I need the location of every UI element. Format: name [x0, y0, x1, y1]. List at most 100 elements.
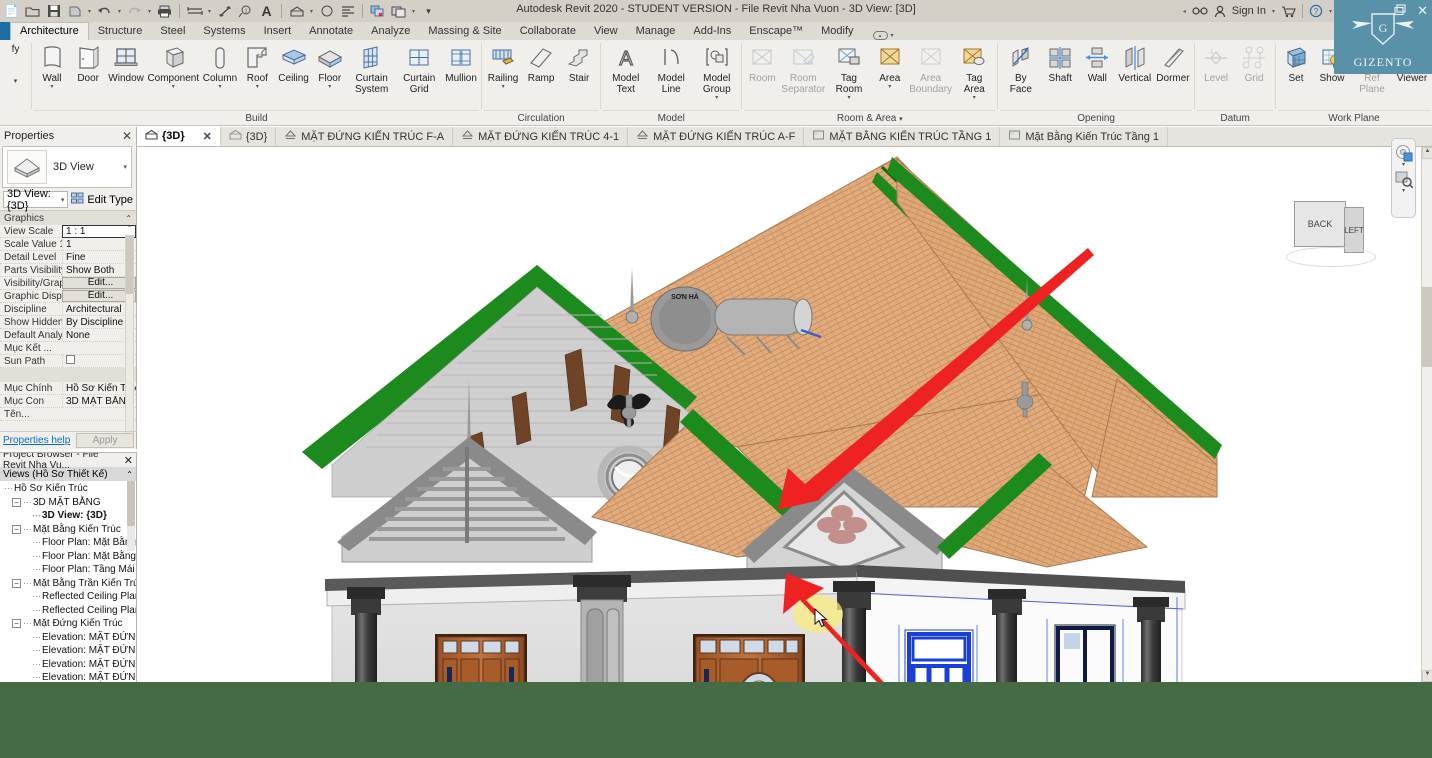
- column-dropdown-icon[interactable]: ▾: [218, 84, 221, 90]
- properties-group-identity[interactable]: ⌃: [0, 368, 136, 382]
- wall-button[interactable]: Wall ▾: [34, 43, 70, 90]
- scrollbar-thumb[interactable]: [126, 236, 133, 294]
- shopping-cart-icon[interactable]: [1281, 5, 1296, 18]
- ribbon-tab-manage[interactable]: Manage: [627, 23, 685, 40]
- tree-node-floor-plan-1[interactable]: ⋯ Floor Plan: Mặt Bằng: [0, 536, 136, 550]
- apply-button[interactable]: Apply: [76, 433, 134, 448]
- scroll-up-icon[interactable]: ⌃: [126, 470, 133, 479]
- scroll-down-icon[interactable]: ▼: [1422, 670, 1432, 682]
- measure-dropdown-icon[interactable]: ▾: [206, 8, 213, 15]
- ribbon-tab-modify[interactable]: Modify: [812, 23, 862, 40]
- save-as-dropdown-icon[interactable]: ▾: [86, 8, 93, 15]
- expander-icon[interactable]: −: [12, 497, 21, 507]
- scrollbar-thumb[interactable]: [127, 481, 135, 526]
- sign-in-dropdown-icon[interactable]: ▾: [1272, 8, 1275, 15]
- component-dropdown-icon[interactable]: ▾: [172, 84, 175, 90]
- property-row-sun-path[interactable]: Sun Path: [0, 355, 136, 368]
- column-button[interactable]: Column ▾: [201, 43, 240, 90]
- tree-node-elevation-2[interactable]: ⋯ Elevation: MẶT ĐỨNG: [0, 644, 136, 658]
- chevron-down-icon[interactable]: ▾: [61, 196, 65, 204]
- ribbon-tab-analyze[interactable]: Analyze: [362, 23, 419, 40]
- property-row-muc-chinh[interactable]: Mục Chính Hồ Sơ Kiến Trúc: [0, 382, 136, 395]
- ribbon-tab-bar[interactable]: Architecture Structure Steel Systems Ins…: [0, 22, 1432, 40]
- project-browser-tree[interactable]: ⋯ Hồ Sơ Kiến Trúc − ⋯ 3D MẶT BẰNG ⋯ 3D V…: [0, 481, 136, 682]
- wall-opening-button[interactable]: Wall: [1079, 43, 1116, 84]
- section-icon[interactable]: [317, 2, 336, 21]
- chevron-down-icon[interactable]: ▾: [123, 163, 127, 171]
- view-cube-back-face[interactable]: BACK: [1294, 201, 1346, 247]
- tag-room-dropdown-icon[interactable]: ▾: [847, 95, 850, 101]
- curtain-system-button[interactable]: Curtain System: [348, 43, 396, 95]
- tree-node-floor-plan-2[interactable]: ⋯ Floor Plan: Mặt Bằng: [0, 550, 136, 564]
- browser-scrollbar[interactable]: [127, 481, 135, 551]
- railing-dropdown-icon[interactable]: ▾: [502, 84, 505, 90]
- undo-arrow-icon[interactable]: [95, 2, 114, 21]
- redo-dropdown-icon[interactable]: ▾: [146, 8, 153, 15]
- 3d-viewport[interactable]: SƠN HÀ BACK LEFT: [137, 147, 1421, 682]
- 3d-view-dropdown-icon[interactable]: ▾: [308, 8, 315, 15]
- tag-area-button[interactable]: Tag Area ▾: [954, 43, 996, 101]
- view-tab-3d-second[interactable]: {3D}: [221, 127, 277, 146]
- chevron-down-icon[interactable]: ▾: [419, 2, 438, 21]
- ribbon-tab-architecture[interactable]: Architecture: [10, 22, 89, 40]
- tree-node-ho-so-kien-truc[interactable]: ⋯ Hồ Sơ Kiến Trúc: [0, 482, 136, 496]
- scrollbar-thumb[interactable]: [1422, 287, 1432, 367]
- property-row-default-analysis[interactable]: Default Analy... None: [0, 329, 136, 342]
- close-icon[interactable]: ✕: [124, 454, 133, 467]
- application-menu-button[interactable]: [0, 22, 10, 40]
- view-cube[interactable]: BACK LEFT: [1286, 193, 1376, 273]
- 3d-house-icon[interactable]: [287, 2, 306, 21]
- ribbon-tab-collaborate[interactable]: Collaborate: [511, 23, 585, 40]
- window-button[interactable]: Window: [106, 43, 146, 84]
- mullion-button[interactable]: Mullion: [443, 43, 479, 84]
- tree-node-elevation-3[interactable]: ⋯ Elevation: MẶT ĐỨNG: [0, 658, 136, 672]
- property-row-detail-level[interactable]: Detail Level Fine: [0, 251, 136, 264]
- view-tab-elevation-fa[interactable]: MẶT ĐỨNG KIẾN TRÚC F-A: [276, 127, 454, 146]
- ribbon-display-oval-icon[interactable]: ▴: [872, 31, 888, 40]
- dormer-button[interactable]: Dormer: [1154, 43, 1192, 84]
- viewport-vertical-scrollbar[interactable]: ▲ ▼: [1421, 147, 1432, 682]
- restore-window-icon[interactable]: [1394, 3, 1407, 19]
- ribbon-tab-structure[interactable]: Structure: [89, 23, 152, 40]
- zoom-dropdown-icon[interactable]: ▾: [1402, 188, 1405, 194]
- folder-open-icon[interactable]: [23, 2, 42, 21]
- printer-icon[interactable]: [155, 2, 174, 21]
- undo-dropdown-icon[interactable]: ▾: [116, 8, 123, 15]
- view-tab-floorplan-tang1-upper[interactable]: MẶT BẰNG KIẾN TRÚC TẦNG 1: [804, 127, 1001, 146]
- zoom-region-icon[interactable]: [1394, 169, 1413, 188]
- user-icon[interactable]: [1214, 5, 1226, 18]
- area-button[interactable]: Area ▾: [872, 43, 908, 90]
- tag-icon[interactable]: 1: [236, 2, 255, 21]
- close-views-icon[interactable]: [368, 2, 387, 21]
- tree-node-3d-mat-bang[interactable]: − ⋯ 3D MẶT BẰNG: [0, 496, 136, 510]
- model-group-button[interactable]: Model Group ▾: [694, 43, 740, 101]
- property-row-muc-ket[interactable]: Mục Kết ...: [0, 342, 136, 355]
- tree-node-3d-view[interactable]: ⋯ 3D View: {3D}: [0, 509, 136, 523]
- tree-node-mat-bang-tran[interactable]: − ⋯ Mặt Bằng Trần Kiến Trúc: [0, 577, 136, 591]
- ribbon-tab-massing-site[interactable]: Massing & Site: [419, 23, 510, 40]
- properties-help-link[interactable]: Properties help: [3, 435, 70, 446]
- shaft-button[interactable]: Shaft: [1042, 43, 1079, 84]
- properties-scrollbar[interactable]: ⌃ ⌄: [125, 226, 134, 442]
- property-row-muc-con[interactable]: Mục Con 3D MẶT BẰNG: [0, 395, 136, 408]
- measure-icon[interactable]: [185, 2, 204, 21]
- window-buttons[interactable]: ✕: [1394, 0, 1428, 22]
- view-tab-elevation-af[interactable]: MẶT ĐỨNG KIẾN TRÚC A-F: [628, 127, 805, 146]
- property-row-graphic-display[interactable]: Graphic Displ... Edit...: [0, 290, 136, 303]
- quick-access-toolbar[interactable]: 📄 ▾ ▾ ▾ ▾ 1 A ▾ ▾ ▾: [0, 0, 438, 22]
- edit-type-button[interactable]: Edit Type: [71, 192, 133, 207]
- save-as-icon[interactable]: [65, 2, 84, 21]
- wall-dropdown-icon[interactable]: ▾: [50, 84, 53, 90]
- expander-icon[interactable]: −: [12, 619, 21, 629]
- property-row-ten[interactable]: Tên...: [0, 408, 136, 421]
- sun-path-checkbox[interactable]: [66, 355, 75, 364]
- roof-dropdown-icon[interactable]: ▾: [256, 84, 259, 90]
- vertical-opening-button[interactable]: Vertical: [1116, 43, 1154, 84]
- ribbon-tab-enscape[interactable]: Enscape™: [740, 23, 812, 40]
- redo-arrow-icon[interactable]: [125, 2, 144, 21]
- navigation-bar[interactable]: ▾ ▾: [1391, 138, 1416, 218]
- area-dropdown-icon[interactable]: ▾: [888, 84, 891, 90]
- switch-windows-icon[interactable]: [389, 2, 408, 21]
- view-tab-elevation-41[interactable]: MẶT ĐỨNG KIẾN TRÚC 4-1: [453, 127, 629, 146]
- model-group-dropdown-icon[interactable]: ▾: [715, 95, 718, 101]
